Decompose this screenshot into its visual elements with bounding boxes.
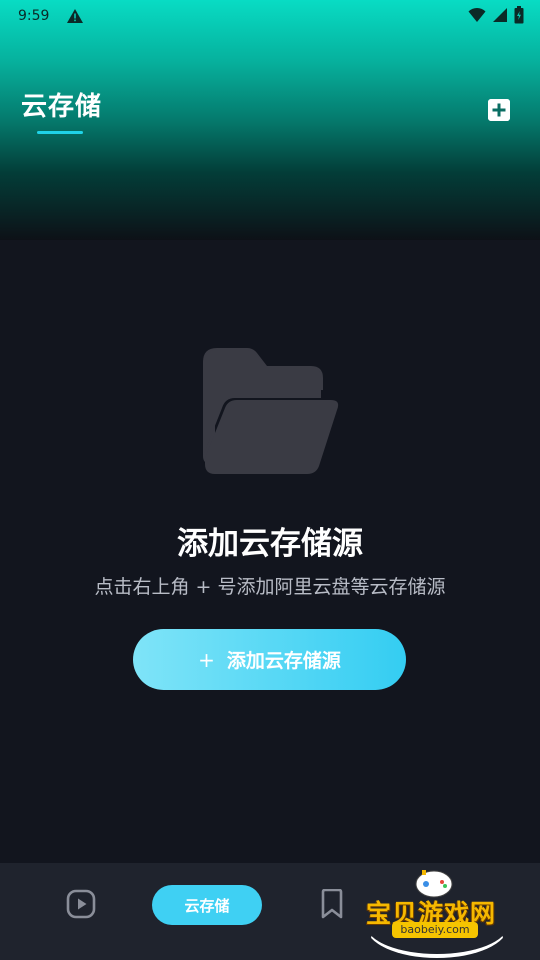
empty-state-subtitle: 点击右上角 + 号添加阿里云盘等云存储源 (94, 576, 446, 598)
play-icon[interactable] (66, 889, 96, 919)
battery-icon (514, 6, 524, 24)
system-icons (468, 6, 524, 24)
header-gradient: 9:59 云存储 (0, 0, 540, 240)
empty-state-title: 添加云存储源 (177, 526, 363, 562)
watermark-logo: 宝贝游戏网 baobeiy.com (362, 864, 512, 958)
bookmark-icon[interactable] (320, 889, 344, 919)
plus-icon: + (198, 647, 215, 672)
page-title: 云存储 (21, 92, 103, 122)
wifi-icon (468, 7, 486, 22)
status-time: 9:59 (18, 8, 50, 24)
watermark-url: baobeiy.com (392, 922, 478, 938)
folder-open-icon (203, 348, 339, 474)
add-square-icon[interactable] (488, 99, 510, 121)
nav-tab-cloud-storage[interactable]: 云存储 (152, 885, 262, 925)
status-bar: 9:59 (0, 0, 540, 32)
warning-icon (67, 9, 83, 23)
add-cloud-storage-button[interactable]: + 添加云存储源 (133, 629, 406, 690)
signal-icon (493, 8, 507, 22)
add-button-label: 添加云存储源 (226, 650, 341, 672)
title-underline (37, 131, 83, 134)
